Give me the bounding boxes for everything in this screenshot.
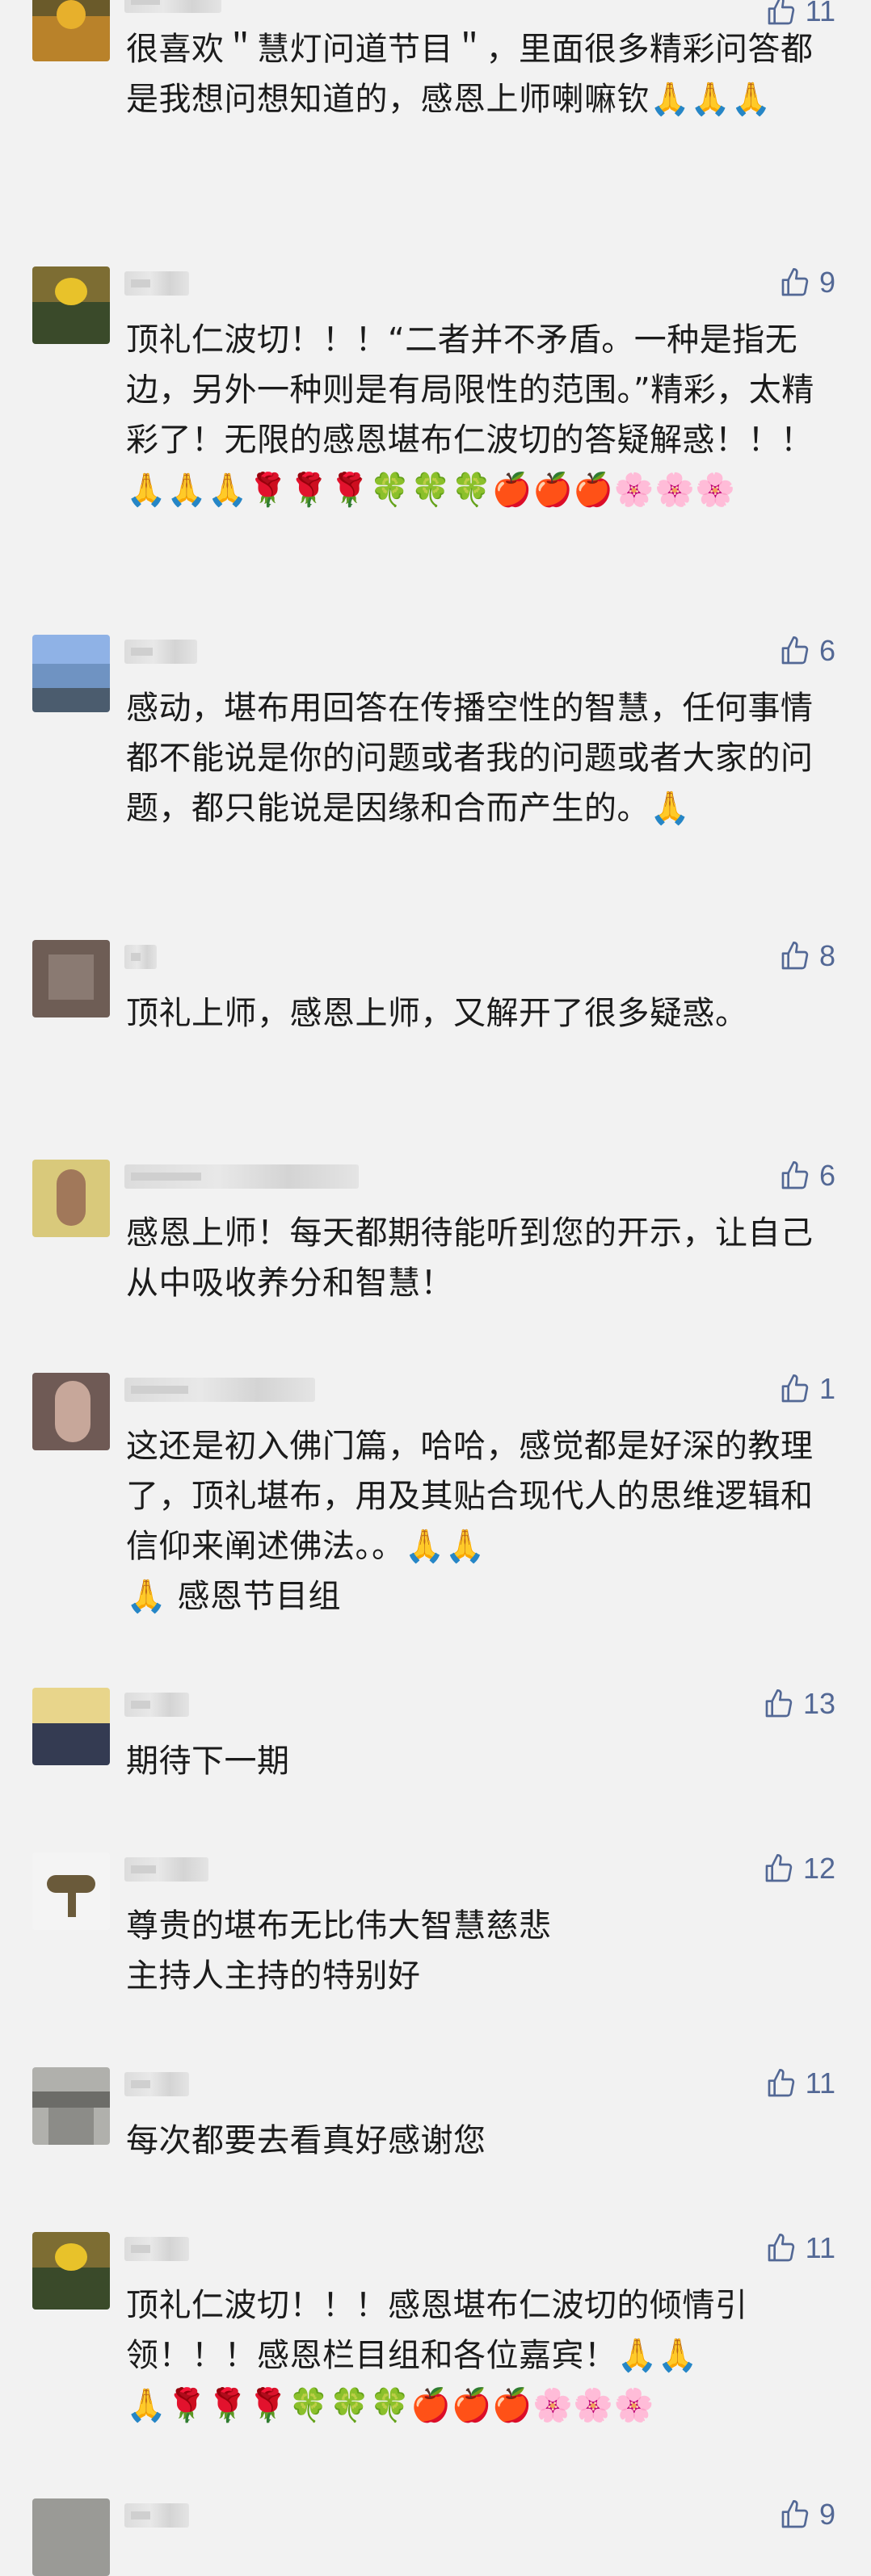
comment-text: 顶礼上师，感恩上师，又解开了很多疑惑。 <box>126 995 748 1032</box>
like-button[interactable]: 6 <box>779 1159 835 1192</box>
commenter-name[interactable] <box>124 945 157 969</box>
like-count: 12 <box>802 1852 835 1885</box>
comment-text: 尊贵的堪布无比伟大智慧慈悲 主持人主持的特别好 <box>126 1907 552 1995</box>
comment-text: 每次都要去看真好感谢您 <box>126 2122 486 2159</box>
like-button[interactable]: 11 <box>765 0 835 27</box>
thumbs-up-icon <box>765 2232 797 2264</box>
thumbs-up-icon <box>779 1373 811 1405</box>
avatar[interactable] <box>32 2067 110 2145</box>
comment-text: 感动，堪布用回答在传播空性的智慧，任何事情都不能说是你的问题或者我的问题或者大家… <box>126 690 814 827</box>
avatar[interactable] <box>32 1160 110 1237</box>
thumbs-up-icon <box>765 2067 797 2100</box>
avatar[interactable] <box>32 1688 110 1765</box>
like-button[interactable]: 11 <box>765 2066 835 2100</box>
like-count: 13 <box>802 1687 835 1720</box>
like-count: 8 <box>818 939 835 972</box>
thumbs-up-icon <box>779 1160 811 1192</box>
like-button[interactable]: 9 <box>779 266 835 299</box>
like-count: 9 <box>818 266 835 299</box>
thumbs-up-icon <box>779 940 811 972</box>
commenter-name[interactable] <box>124 1164 359 1189</box>
avatar[interactable] <box>32 2498 110 2576</box>
thumbs-up-icon <box>779 2498 811 2531</box>
avatar[interactable] <box>32 266 110 344</box>
like-button[interactable]: 6 <box>779 634 835 667</box>
comment-text: 顶礼仁波切！！！“二者并不矛盾。一种是指无边，另外一种则是有局限性的范围。”精彩… <box>126 321 824 509</box>
thumbs-up-icon <box>763 1688 795 1720</box>
thumbs-up-icon <box>763 1852 795 1885</box>
like-button[interactable]: 13 <box>763 1687 835 1720</box>
thumbs-up-icon <box>765 0 797 27</box>
commenter-name[interactable] <box>124 0 221 13</box>
like-button[interactable]: 9 <box>779 2498 835 2531</box>
like-count: 6 <box>818 634 835 667</box>
commenter-name[interactable] <box>124 640 197 664</box>
comment-text: 很喜欢＂慧灯问道节目＂，里面很多精彩问答都是我想问想知道的，感恩上师喇嘛钦🙏🙏🙏 <box>126 31 814 118</box>
thumbs-up-icon <box>779 266 811 299</box>
like-button[interactable]: 12 <box>763 1852 835 1885</box>
like-button[interactable]: 1 <box>779 1372 835 1405</box>
commenter-name[interactable] <box>124 2503 189 2528</box>
like-count: 6 <box>818 1159 835 1192</box>
avatar[interactable] <box>32 940 110 1017</box>
comment-text: 感恩上师！每天都期待能听到您的开示，让自己从中吸收养分和智慧！ <box>126 1215 814 1302</box>
avatar[interactable] <box>32 635 110 712</box>
comment-text: 期待下一期 <box>126 1743 290 1780</box>
commenter-name[interactable] <box>124 1378 315 1402</box>
commenter-name[interactable] <box>124 1693 189 1717</box>
avatar[interactable] <box>32 0 110 61</box>
like-count: 9 <box>818 2498 835 2531</box>
commenter-name[interactable] <box>124 2072 189 2096</box>
commenter-name[interactable] <box>124 1857 208 1882</box>
thumbs-up-icon <box>779 635 811 667</box>
avatar[interactable] <box>32 2232 110 2310</box>
like-count: 11 <box>805 2066 835 2100</box>
comment-text: 顶礼仁波切！！！感恩堪布仁波切的倾情引领！！！感恩栏目组和各位嘉宾！🙏🙏 🙏🌹🌹… <box>126 2287 748 2424</box>
like-count: 1 <box>818 1372 835 1405</box>
commenter-name[interactable] <box>124 271 189 296</box>
like-button[interactable]: 8 <box>779 939 835 972</box>
commenter-name[interactable] <box>124 2237 189 2261</box>
like-button[interactable]: 11 <box>765 2231 835 2264</box>
avatar[interactable] <box>32 1373 110 1450</box>
like-count: 11 <box>805 2231 835 2264</box>
comment-text: 这还是初入佛门篇，哈哈，感觉都是好深的教理了，顶礼堪布，用及其贴合现代人的思维逻… <box>126 1428 814 1615</box>
avatar[interactable] <box>32 1852 110 1930</box>
